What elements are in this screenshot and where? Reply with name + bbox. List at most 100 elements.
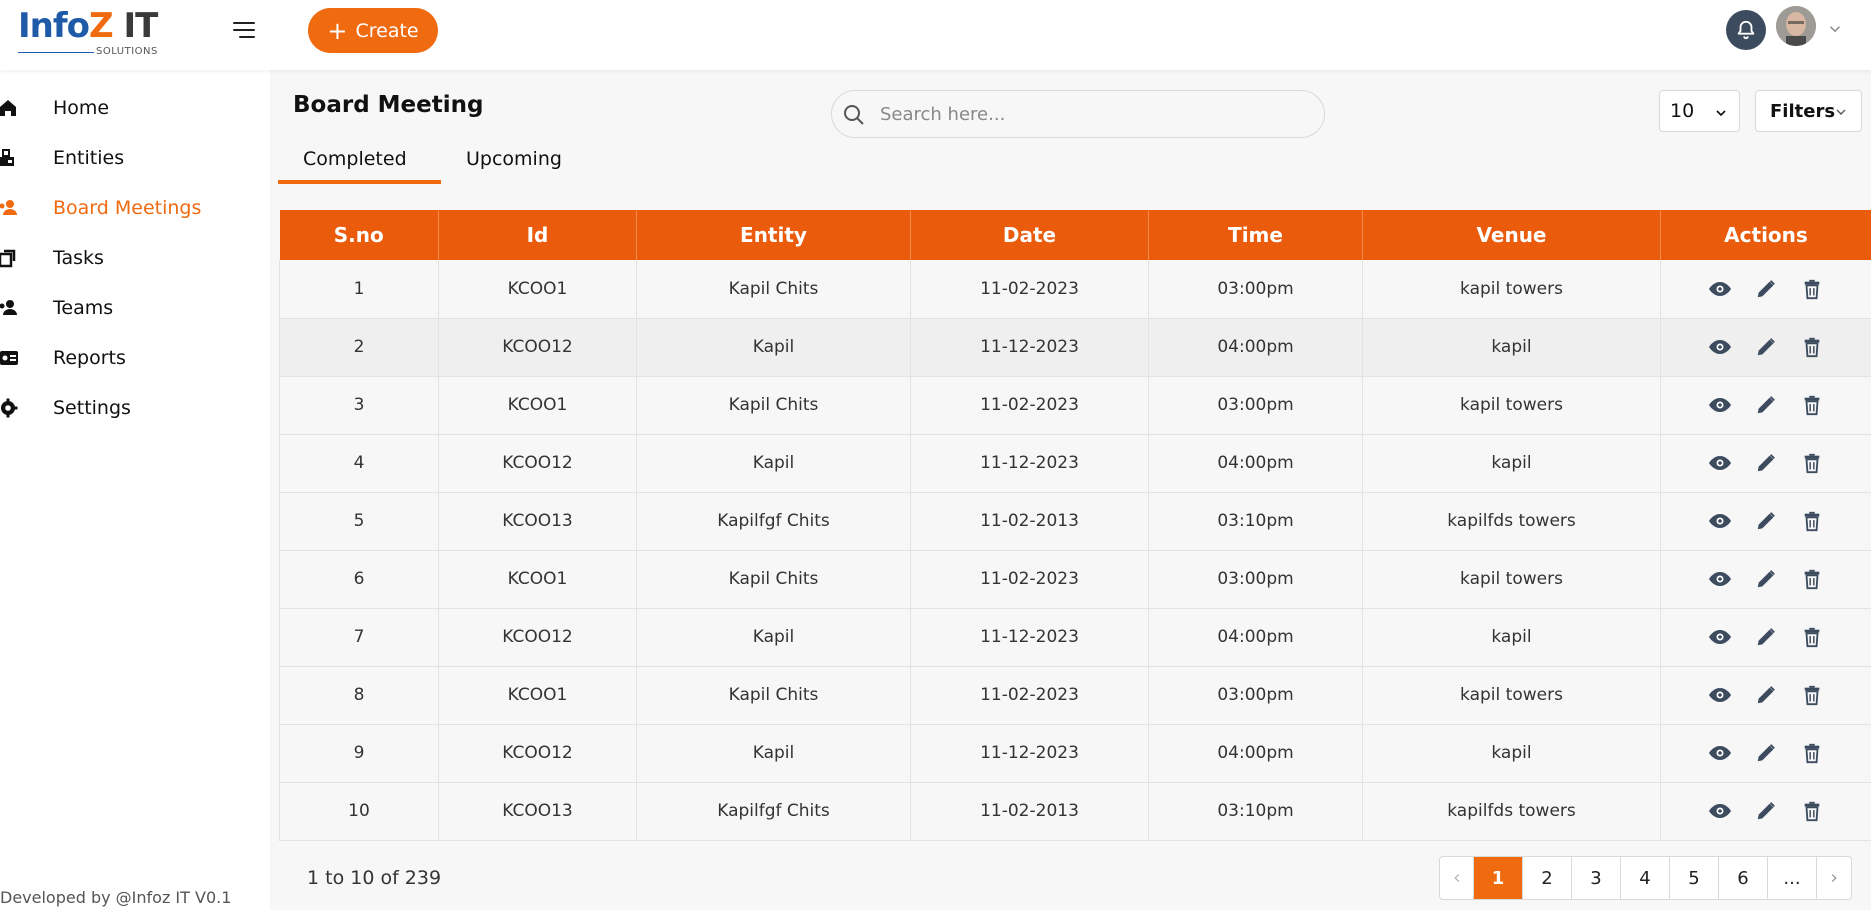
create-button[interactable]: + Create [308,8,438,53]
logo[interactable]: InfoZ IT SOLUTIONS [18,4,168,57]
table-row[interactable]: 5 KCOO13 Kapilfgf Chits 11-02-2013 03:10pm ka… [279,492,1871,551]
view-eye-icon[interactable] [1708,335,1732,359]
filters-dropdown[interactable]: Filters [1755,90,1862,132]
cell-id: KCOO1 [438,260,637,319]
sidebar-item-board-meetings[interactable]: Board Meetings [0,186,270,230]
search-input[interactable] [880,99,1300,129]
edit-pencil-icon[interactable] [1754,625,1778,649]
page-button[interactable]: 4 [1621,857,1670,899]
cell-time: 03:10pm [1148,782,1363,841]
cell-actions [1660,724,1871,783]
cell-sno: 2 [279,318,439,377]
view-eye-icon[interactable] [1708,393,1732,417]
edit-pencil-icon[interactable] [1754,509,1778,533]
edit-pencil-icon[interactable] [1754,335,1778,359]
sidebar-item-settings[interactable]: Settings [0,386,270,430]
page-button[interactable]: 3 [1572,857,1621,899]
cell-sno: 8 [279,666,439,725]
cell-venue: kapil [1362,724,1661,783]
cell-sno: 5 [279,492,439,551]
cell-venue: kapil [1362,608,1661,667]
logo-subtitle: SOLUTIONS [96,46,158,57]
page-button[interactable]: 2 [1523,857,1572,899]
user-menu-chevron-down-icon[interactable] [1826,20,1844,38]
table-row[interactable]: 2 KCOO12 Kapil 11-12-2023 04:00pm kapil [279,318,1871,377]
table-row[interactable]: 4 KCOO12 Kapil 11-12-2023 04:00pm kapil [279,434,1871,493]
cell-venue: kapil towers [1362,376,1661,435]
tab-completed[interactable]: Completed [303,148,407,170]
table-row[interactable]: 9 KCOO12 Kapil 11-12-2023 04:00pm kapil [279,724,1871,783]
delete-trash-icon[interactable] [1800,625,1824,649]
column-header-venue[interactable]: Venue [1362,210,1661,260]
cell-id: KCOO12 [438,434,637,493]
cell-actions [1660,608,1871,667]
view-eye-icon[interactable] [1708,799,1732,823]
column-header-entity[interactable]: Entity [636,210,911,260]
edit-pencil-icon[interactable] [1754,451,1778,475]
table-row[interactable]: 6 KCOO1 Kapil Chits 11-02-2023 03:00pm kapil … [279,550,1871,609]
view-eye-icon[interactable] [1708,277,1732,301]
view-eye-icon[interactable] [1708,741,1732,765]
edit-pencil-icon[interactable] [1754,567,1778,591]
delete-trash-icon[interactable] [1800,509,1824,533]
table-row[interactable]: 8 KCOO1 Kapil Chits 11-02-2023 03:00pm kapil … [279,666,1871,725]
table-row[interactable]: 7 KCOO12 Kapil 11-12-2023 04:00pm kapil [279,608,1871,667]
column-header-sno[interactable]: S.no [279,210,439,260]
prev-page-chevron-left-icon[interactable] [1440,857,1474,899]
edit-pencil-icon[interactable] [1754,799,1778,823]
sidebar-item-tasks[interactable]: Tasks [0,236,270,280]
column-header-date[interactable]: Date [910,210,1149,260]
cell-id: KCOO12 [438,608,637,667]
user-avatar[interactable] [1776,6,1816,46]
edit-pencil-icon[interactable] [1754,741,1778,765]
tab-upcoming[interactable]: Upcoming [466,148,562,170]
delete-trash-icon[interactable] [1800,451,1824,475]
delete-trash-icon[interactable] [1800,567,1824,591]
edit-pencil-icon[interactable] [1754,683,1778,707]
view-eye-icon[interactable] [1708,625,1732,649]
page-button[interactable]: 1 [1474,857,1523,899]
sidebar-item-entities[interactable]: Entities [0,136,270,180]
sidebar-item-label: Board Meetings [53,197,202,219]
cell-venue: kapil towers [1362,550,1661,609]
cell-entity: Kapilfgf Chits [636,782,911,841]
view-eye-icon[interactable] [1708,451,1732,475]
page-button[interactable]: 5 [1670,857,1719,899]
notification-bell-icon[interactable] [1726,10,1766,50]
view-eye-icon[interactable] [1708,683,1732,707]
page-ellipsis[interactable]: ... [1768,857,1817,899]
view-eye-icon[interactable] [1708,567,1732,591]
sidebar-item-reports[interactable]: Reports [0,336,270,380]
edit-pencil-icon[interactable] [1754,393,1778,417]
edit-pencil-icon[interactable] [1754,277,1778,301]
pagination: 1 2 3 4 5 6 ... [1439,856,1852,900]
sidebar-item-home[interactable]: Home [0,86,270,130]
delete-trash-icon[interactable] [1800,741,1824,765]
table-body: 1 KCOO1 Kapil Chits 11-02-2023 03:00pm kapil … [279,260,1871,841]
cell-time: 03:00pm [1148,550,1363,609]
table-row[interactable]: 1 KCOO1 Kapil Chits 11-02-2023 03:00pm kapil … [279,260,1871,319]
column-header-id[interactable]: Id [438,210,637,260]
table-row[interactable]: 3 KCOO1 Kapil Chits 11-02-2023 03:00pm kapil … [279,376,1871,435]
cell-actions [1660,434,1871,493]
page-button[interactable]: 6 [1719,857,1768,899]
cell-actions [1660,260,1871,319]
sidebar-item-teams[interactable]: Teams [0,286,270,330]
cell-actions [1660,666,1871,725]
cell-id: KCOO1 [438,376,637,435]
column-header-time[interactable]: Time [1148,210,1363,260]
page-size-select[interactable]: 10 [1659,90,1740,132]
cell-venue: kapil [1362,318,1661,377]
menu-toggle-icon[interactable] [230,18,258,42]
delete-trash-icon[interactable] [1800,277,1824,301]
table-row[interactable]: 10 KCOO13 Kapilfgf Chits 11-02-2013 03:10pm k… [279,782,1871,841]
delete-trash-icon[interactable] [1800,799,1824,823]
delete-trash-icon[interactable] [1800,335,1824,359]
next-page-chevron-right-icon[interactable] [1817,857,1851,899]
cell-id: KCOO12 [438,318,637,377]
row-actions [1661,335,1871,359]
view-eye-icon[interactable] [1708,509,1732,533]
logo-underline [18,52,94,53]
delete-trash-icon[interactable] [1800,393,1824,417]
delete-trash-icon[interactable] [1800,683,1824,707]
